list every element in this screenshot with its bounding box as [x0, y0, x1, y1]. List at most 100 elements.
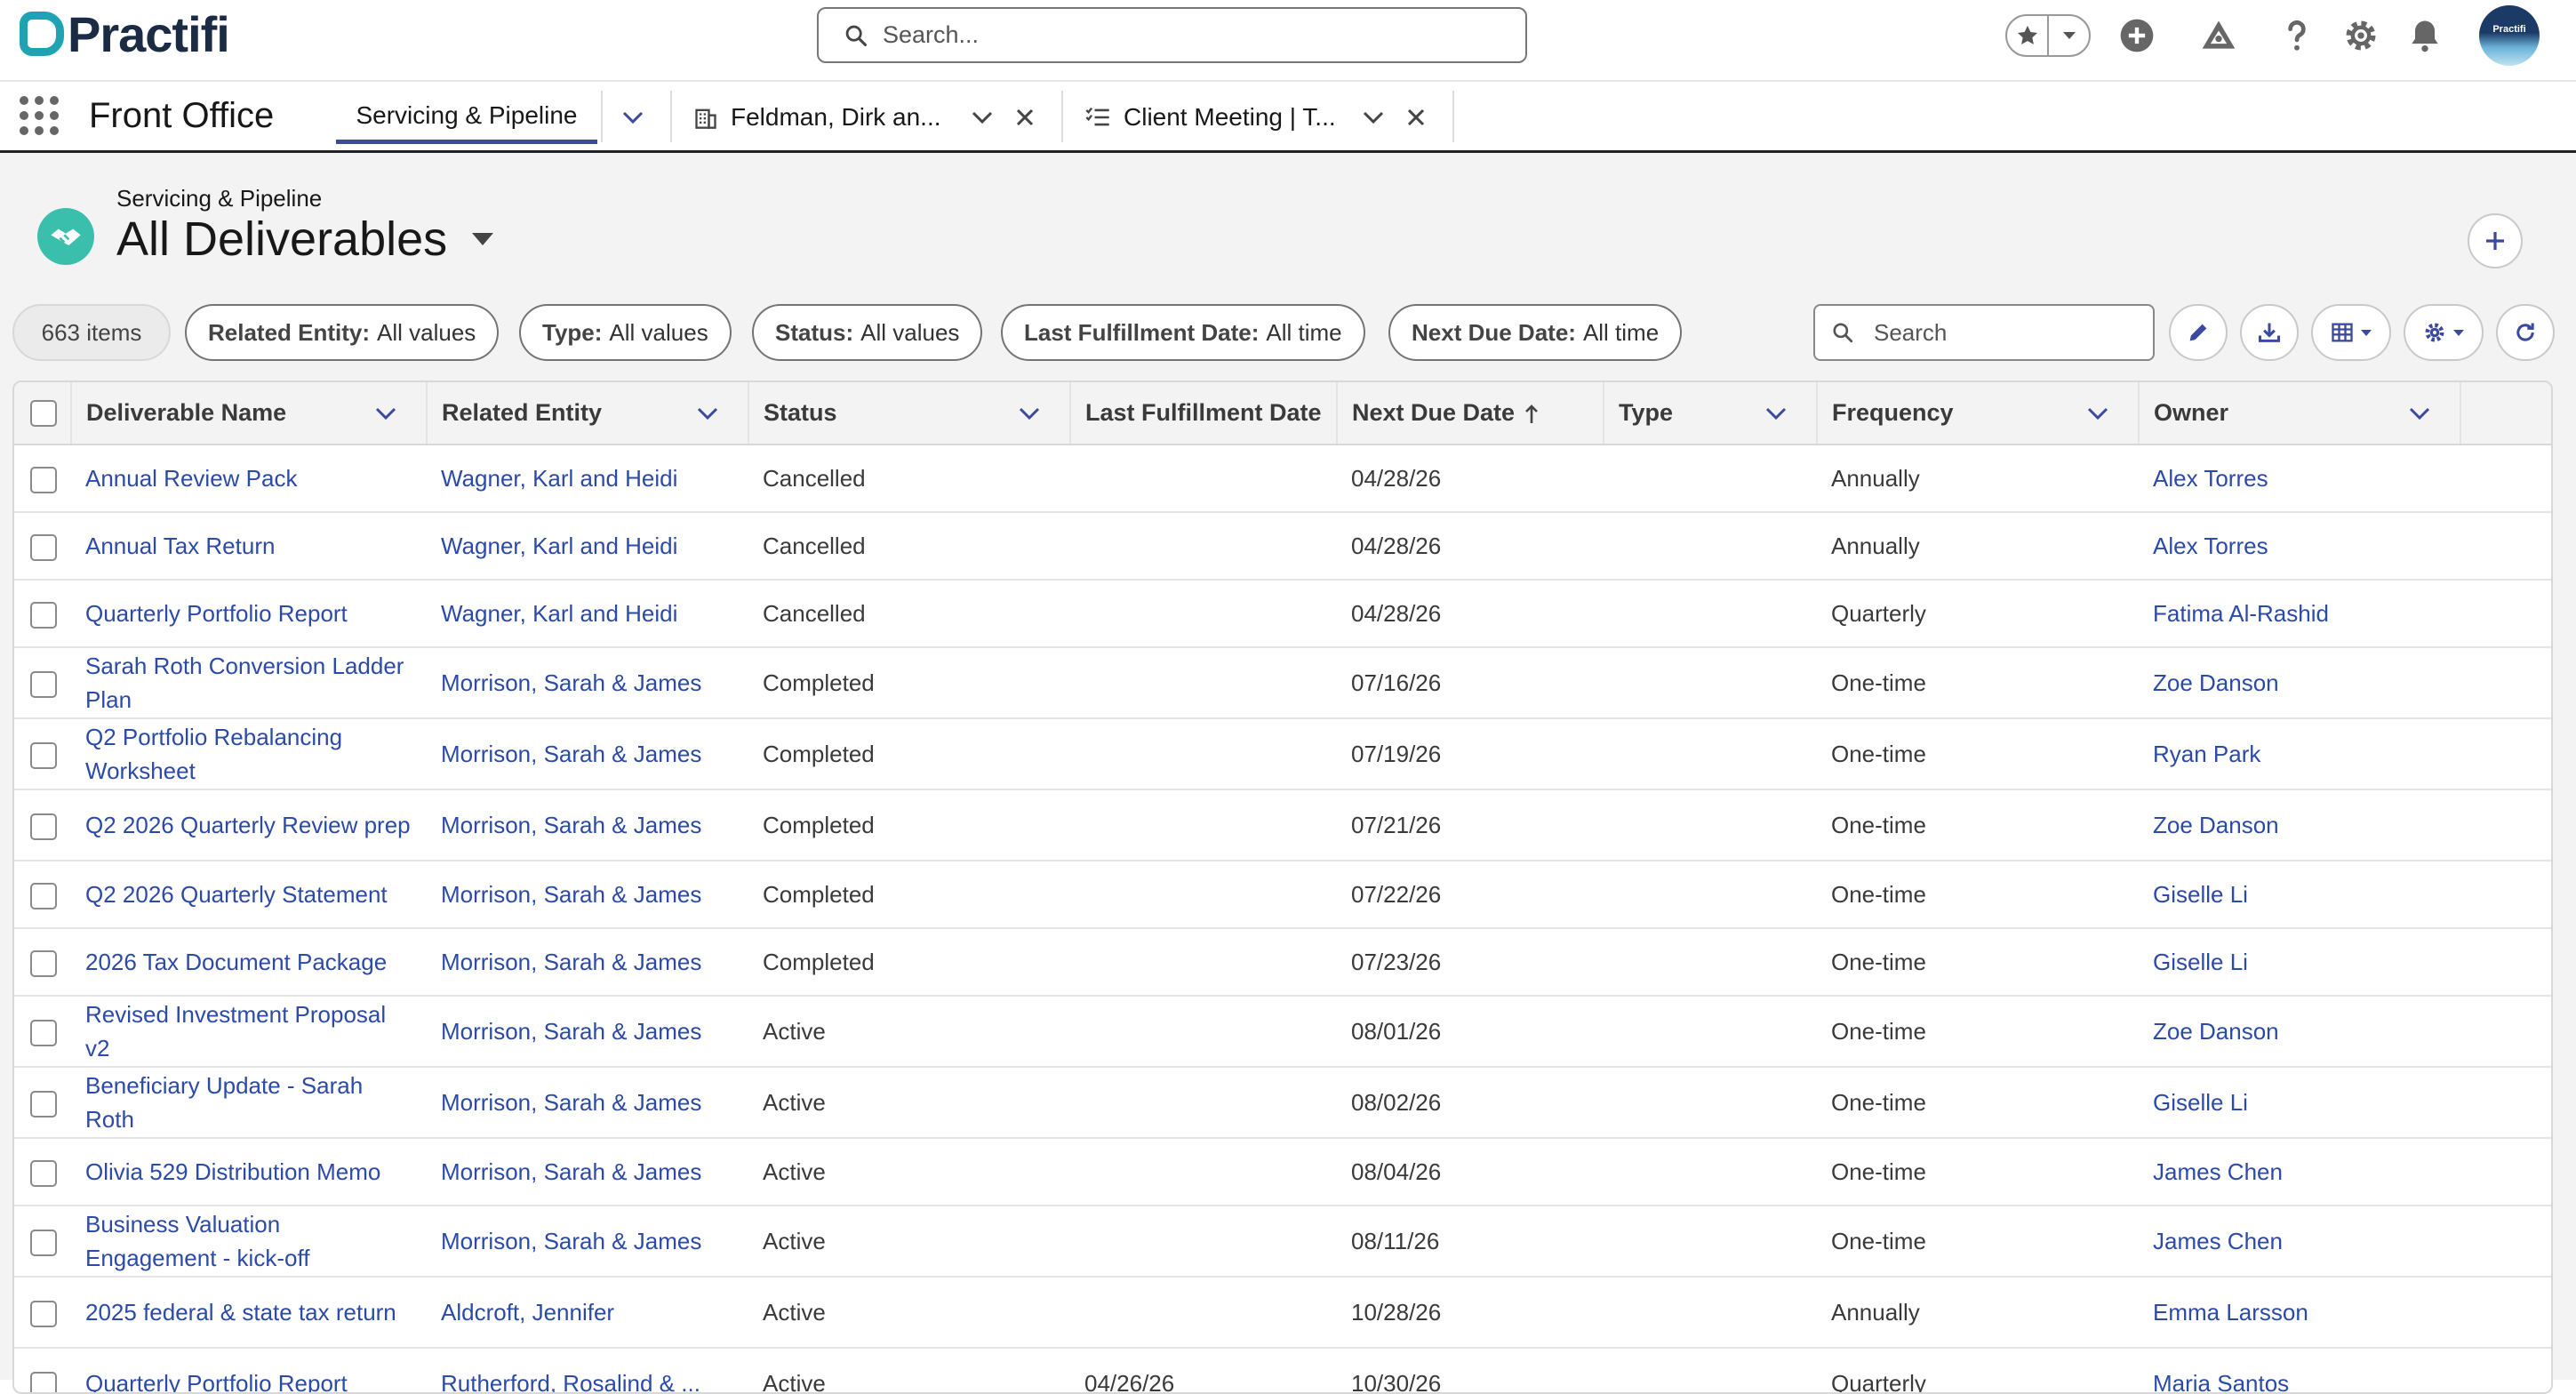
- cell-owner[interactable]: Zoe Danson: [2139, 996, 2460, 1068]
- column-header-type[interactable]: Type: [1604, 382, 1818, 445]
- column-header-last-fulfillment-date[interactable]: Last Fulfillment Date: [1070, 382, 1338, 445]
- favorites-dropdown-icon[interactable]: [2047, 16, 2089, 55]
- tab-feldman-chevron-down-icon[interactable]: [971, 91, 994, 144]
- chevron-down-icon[interactable]: [696, 406, 719, 421]
- global-add-icon[interactable]: [2114, 12, 2160, 59]
- cell-deliverable-name[interactable]: 2026 Tax Document Package: [71, 928, 427, 997]
- cell-owner[interactable]: Zoe Danson: [2139, 789, 2460, 861]
- refresh-button[interactable]: [2496, 304, 2555, 361]
- row-select-checkbox[interactable]: [30, 534, 57, 562]
- filter-related-entity[interactable]: Related Entity: All values: [185, 304, 500, 361]
- row-select-checkbox[interactable]: [30, 742, 57, 770]
- cell-deliverable-name[interactable]: Q2 2026 Quarterly Statement: [71, 861, 427, 929]
- row-select-checkbox[interactable]: [30, 1230, 57, 1257]
- cell-related-entity[interactable]: Morrison, Sarah & James: [427, 789, 748, 861]
- cell-deliverable-name[interactable]: Q2 Portfolio Rebalancing Worksheet: [71, 718, 427, 790]
- tab-servicing-pipeline[interactable]: Servicing & Pipeline: [336, 91, 597, 144]
- cell-related-entity[interactable]: Morrison, Sarah & James: [427, 861, 748, 929]
- row-select-checkbox[interactable]: [30, 1160, 57, 1188]
- row-select-checkbox[interactable]: [30, 1301, 57, 1328]
- tab-client-meeting[interactable]: Client Meeting | T...: [1084, 91, 1336, 144]
- cell-owner[interactable]: Fatima Al-Rashid: [2139, 580, 2460, 648]
- list-view-switcher-caret-icon[interactable]: [472, 233, 494, 245]
- row-select-checkbox[interactable]: [30, 602, 57, 629]
- cell-deliverable-name[interactable]: Annual Tax Return: [71, 512, 427, 581]
- cell-owner[interactable]: Giselle Li: [2139, 861, 2460, 929]
- list-search-input[interactable]: Search: [1813, 304, 2155, 361]
- cell-owner[interactable]: Giselle Li: [2139, 928, 2460, 997]
- cell-related-entity[interactable]: Morrison, Sarah & James: [427, 718, 748, 790]
- cell-related-entity[interactable]: Morrison, Sarah & James: [427, 647, 748, 719]
- practifi-logo[interactable]: Practifi: [20, 6, 230, 62]
- cell-related-entity[interactable]: Wagner, Karl and Heidi: [427, 445, 748, 513]
- row-select-checkbox[interactable]: [30, 883, 57, 910]
- display-as-table-button[interactable]: [2311, 304, 2391, 361]
- cell-owner[interactable]: Zoe Danson: [2139, 647, 2460, 719]
- chevron-down-icon[interactable]: [374, 406, 397, 421]
- cell-owner[interactable]: Alex Torres: [2139, 445, 2460, 513]
- row-select-checkbox[interactable]: [30, 950, 57, 978]
- tab-feldman-close-icon[interactable]: [1015, 91, 1035, 144]
- chevron-down-icon[interactable]: [2408, 406, 2431, 421]
- cell-related-entity[interactable]: Wagner, Karl and Heidi: [427, 580, 748, 648]
- cell-related-entity[interactable]: Wagner, Karl and Heidi: [427, 512, 748, 581]
- cell-deliverable-name[interactable]: Revised Investment Proposal v2: [71, 996, 427, 1068]
- export-download-button[interactable]: [2240, 304, 2299, 361]
- cell-deliverable-name[interactable]: Quarterly Portfolio Report: [71, 580, 427, 648]
- list-view-controls-button[interactable]: [2404, 304, 2484, 361]
- tab-feldman[interactable]: Feldman, Dirk an...: [693, 91, 941, 144]
- cell-related-entity[interactable]: Morrison, Sarah & James: [427, 1138, 748, 1206]
- notifications-bell-icon[interactable]: [2402, 12, 2448, 59]
- favorites-star-icon[interactable]: [2007, 16, 2047, 55]
- filter-next-due-date[interactable]: Next Due Date: All time: [1388, 304, 1683, 361]
- row-select-checkbox[interactable]: [30, 813, 57, 841]
- list-view-title[interactable]: All Deliverables: [116, 212, 494, 267]
- global-search-input[interactable]: Search...: [817, 7, 1527, 63]
- column-header-frequency[interactable]: Frequency: [1817, 382, 2140, 445]
- cell-deliverable-name[interactable]: Olivia 529 Distribution Memo: [71, 1138, 427, 1206]
- filter-status[interactable]: Status: All values: [752, 304, 983, 361]
- cell-owner[interactable]: Ryan Park: [2139, 718, 2460, 790]
- help-icon[interactable]: [2274, 12, 2320, 59]
- favorites-control[interactable]: [2005, 14, 2091, 57]
- cell-related-entity[interactable]: Morrison, Sarah & James: [427, 1206, 748, 1278]
- cell-related-entity[interactable]: Morrison, Sarah & James: [427, 1067, 748, 1139]
- chevron-down-icon[interactable]: [1018, 406, 1041, 421]
- cell-deliverable-name[interactable]: Q2 2026 Quarterly Review prep: [71, 789, 427, 861]
- cell-deliverable-name[interactable]: Annual Review Pack: [71, 445, 427, 513]
- cell-owner[interactable]: Emma Larsson: [2139, 1277, 2460, 1349]
- cell-owner[interactable]: Alex Torres: [2139, 512, 2460, 581]
- column-header-next-due-date[interactable]: Next Due Date: [1337, 382, 1604, 445]
- cell-related-entity[interactable]: Morrison, Sarah & James: [427, 996, 748, 1068]
- column-header-deliverable-name[interactable]: Deliverable Name: [71, 382, 428, 445]
- tab-servicing-chevron-down-icon[interactable]: [615, 91, 651, 144]
- new-record-button[interactable]: [2468, 213, 2523, 268]
- user-avatar[interactable]: Practifi: [2479, 5, 2540, 66]
- cell-deliverable-name[interactable]: 2025 federal & state tax return: [71, 1277, 427, 1349]
- column-header-owner[interactable]: Owner: [2139, 382, 2461, 445]
- cell-related-entity[interactable]: Morrison, Sarah & James: [427, 928, 748, 997]
- trailhead-icon[interactable]: [2196, 12, 2242, 59]
- cell-owner[interactable]: James Chen: [2139, 1138, 2460, 1206]
- row-select-checkbox[interactable]: [30, 1091, 57, 1118]
- chevron-down-icon[interactable]: [2086, 406, 2109, 421]
- app-launcher-waffle-icon[interactable]: [20, 96, 59, 135]
- cell-deliverable-name[interactable]: Business Valuation Engagement - kick-off: [71, 1206, 427, 1278]
- tab-client-meeting-close-icon[interactable]: [1406, 91, 1426, 144]
- column-header-status[interactable]: Status: [748, 382, 1071, 445]
- cell-deliverable-name[interactable]: Beneficiary Update - Sarah Roth: [71, 1067, 427, 1139]
- cell-owner[interactable]: Maria Santos: [2139, 1348, 2460, 1392]
- cell-owner[interactable]: Giselle Li: [2139, 1067, 2460, 1139]
- inline-edit-button[interactable]: [2169, 304, 2228, 361]
- row-select-checkbox[interactable]: [30, 1020, 57, 1047]
- cell-related-entity[interactable]: Rutherford, Rosalind & ...: [427, 1348, 748, 1392]
- row-select-checkbox[interactable]: [30, 671, 57, 699]
- filter-last-fulfillment-date[interactable]: Last Fulfillment Date: All time: [1001, 304, 1365, 361]
- setup-gear-icon[interactable]: [2338, 12, 2384, 59]
- tab-client-meeting-chevron-down-icon[interactable]: [1362, 91, 1385, 144]
- row-select-checkbox[interactable]: [30, 467, 57, 494]
- cell-deliverable-name[interactable]: Quarterly Portfolio Report: [71, 1348, 427, 1392]
- chevron-down-icon[interactable]: [1764, 406, 1788, 421]
- select-all-checkbox[interactable]: [30, 400, 57, 428]
- filter-type[interactable]: Type: All values: [519, 304, 732, 361]
